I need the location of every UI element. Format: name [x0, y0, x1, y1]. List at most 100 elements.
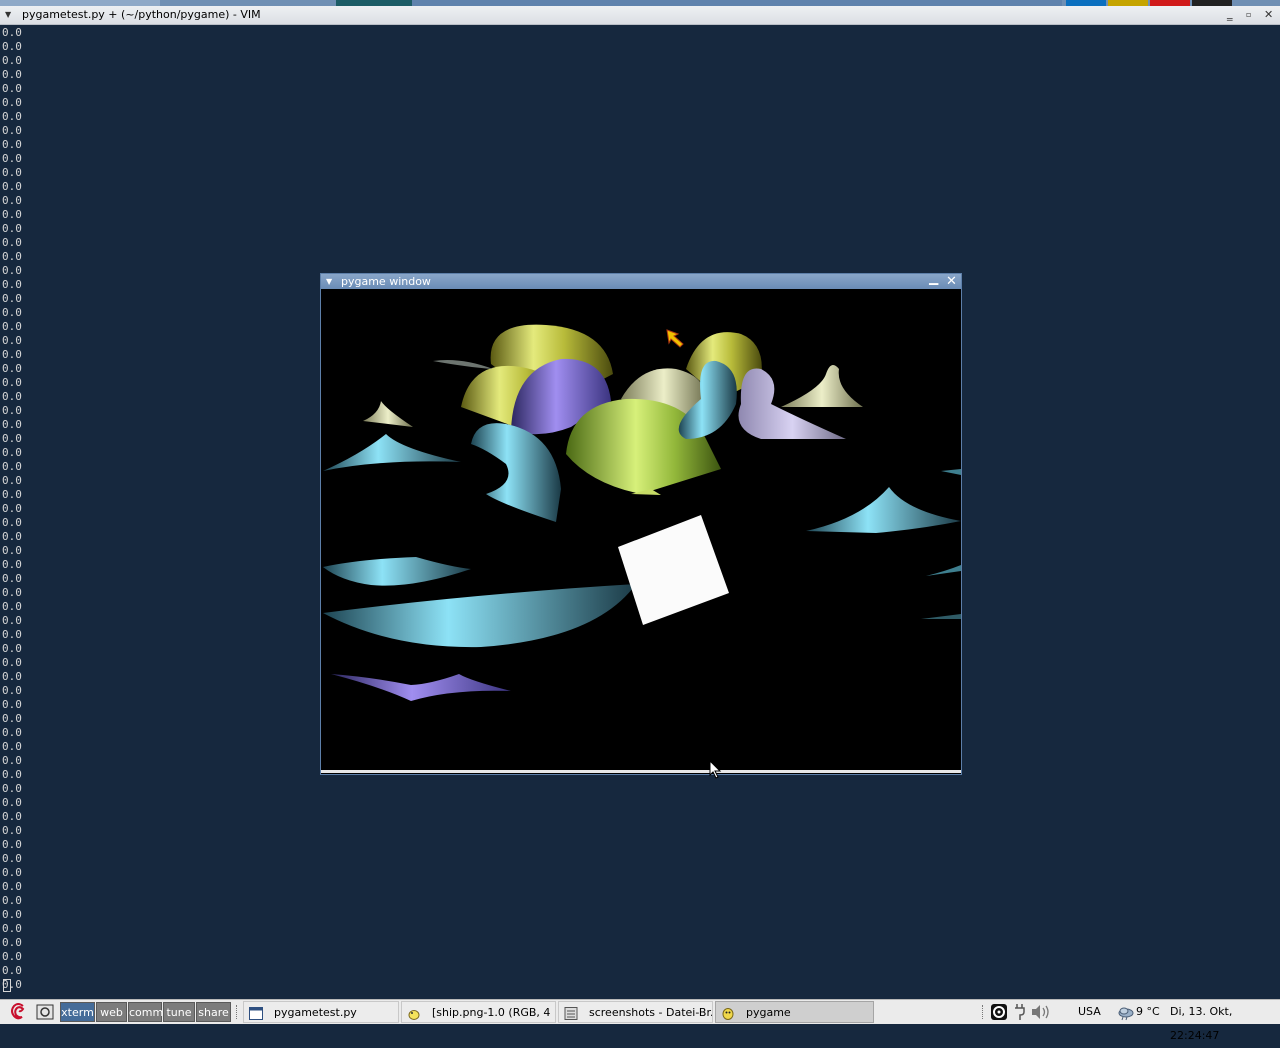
terminal-line: 0.0 [2, 460, 22, 473]
terminal-line: 0.0 [2, 278, 22, 291]
terminal-line: 0.0 [2, 362, 22, 375]
minimize-icon[interactable]: ▁ [929, 271, 938, 286]
terminal-line: 0.0 [2, 306, 22, 319]
terminal-line: 0.0 [2, 600, 22, 613]
terminal-line: 0.0 [2, 964, 22, 977]
wing-shape [323, 557, 471, 586]
task-pygame[interactable]: pygame [715, 1001, 874, 1023]
terminal-line: 0.0 [2, 880, 22, 893]
spike-shape [806, 487, 961, 533]
maximize-icon[interactable]: ▫ [1246, 6, 1251, 24]
pygame-3d-scene[interactable] [321, 289, 961, 774]
terminal-line: 0.0 [2, 390, 22, 403]
window-menu-icon[interactable]: ▼ [5, 6, 11, 24]
vim-window-title: pygametest.py + (~/python/pygame) - VIM [22, 8, 261, 21]
pygame-window-title: pygame window [341, 275, 431, 288]
network-tray-icon[interactable] [990, 1000, 1010, 1024]
terminal-line: 0.0 [2, 180, 22, 193]
terminal-line: 0.0 [2, 712, 22, 725]
task-file-browser[interactable]: screenshots - Datei-Br... [558, 1001, 713, 1023]
terminal-line: 0.0 [2, 208, 22, 221]
spike-shape [921, 614, 961, 619]
task-label: screenshots - Datei-Br... [589, 1006, 713, 1019]
keyboard-layout[interactable]: USA [1078, 1000, 1101, 1024]
plug-icon[interactable] [1014, 1000, 1028, 1024]
spike-shape [323, 434, 461, 471]
terminal-line: 0.0 [2, 124, 22, 137]
terminal-line: 0.0 [2, 404, 22, 417]
terminal-line: 0.0 [2, 474, 22, 487]
file-manager-icon [564, 1006, 578, 1020]
task-pygametest[interactable]: pygametest.py [243, 1001, 399, 1023]
arrow-cursor-icon [666, 329, 684, 348]
taskbar: xterm web comm tune share pygametest.py … [0, 999, 1280, 1042]
terminal-line: 0.0 [2, 558, 22, 571]
close-icon[interactable]: ✕ [1264, 6, 1273, 24]
terminal-line: 0.0 [2, 530, 22, 543]
task-gimp-image[interactable]: [ship.png-1.0 (RGB, 4 ... [401, 1001, 556, 1023]
terminal-line: 0.0 [2, 82, 22, 95]
terminal-line: 0.0 [2, 96, 22, 109]
terminal-line: 0.0 [2, 698, 22, 711]
terminal-line: 0.0 [2, 684, 22, 697]
vim-titlebar[interactable]: ▼ pygametest.py + (~/python/pygame) - VI… [0, 6, 1280, 25]
terminal-output[interactable]: 0.0 0.0 0.0 0.0 0.0 0.0 0.0 0.0 0.0 0.0 0.0 0.0 0.0 0… [2, 26, 62, 992]
terminal-line: 0.0 [2, 166, 22, 179]
terminal-line: 0.0 [2, 894, 22, 907]
terminal-line: 0.0 [2, 446, 22, 459]
terminal-line: 0.0 [2, 432, 22, 445]
terminal-line: 0.0 [2, 922, 22, 935]
separator [236, 1005, 239, 1019]
terminal-line: 0.0 [2, 138, 22, 151]
gimp-icon [407, 1006, 421, 1020]
close-icon[interactable]: ✕ [946, 274, 957, 289]
terminal-line: 0.0 [2, 572, 22, 585]
terminal-line: 0.0 [2, 376, 22, 389]
terminal-line: 0.0 [2, 152, 22, 165]
pygame-window[interactable]: ▼ pygame window ▁ ✕ [320, 271, 962, 775]
terminal-line: 0.0 [2, 502, 22, 515]
terminal-line: 0.0 [2, 908, 22, 921]
settings-icon[interactable] [35, 1000, 57, 1024]
terminal-line: 0.0 [2, 54, 22, 67]
terminal-line: 0.0 [2, 866, 22, 879]
window-menu-icon[interactable]: ▼ [326, 274, 332, 289]
terminal-line: 0.0 [2, 488, 22, 501]
terminal-line: 0.0 [2, 250, 22, 263]
workspace-tune[interactable]: tune [163, 1002, 195, 1022]
terminal-line: 0.0 [2, 950, 22, 963]
minimize-icon[interactable]: ‗ [1227, 6, 1233, 24]
terminal-line: 0.0 [2, 586, 22, 599]
wing-shape [331, 674, 511, 701]
terminal-line: 0.0 [2, 796, 22, 809]
terminal-line: 0.0 [2, 838, 22, 851]
debian-menu-icon[interactable] [8, 1000, 32, 1024]
terminal-line: 0.0 [2, 936, 22, 949]
terminal-line: 0.0 [2, 544, 22, 557]
weather-icon [1117, 1000, 1135, 1024]
terminal-line: 0.0 [2, 852, 22, 865]
white-cube [618, 515, 729, 625]
workspace-web[interactable]: web [96, 1002, 127, 1022]
spike-shape [926, 565, 961, 576]
workspace-share[interactable]: share [196, 1002, 231, 1022]
spike-shape [781, 365, 863, 407]
terminal-line: 0.0 [2, 516, 22, 529]
wing-shape [433, 360, 493, 369]
terminal-line: 0.0 [2, 236, 22, 249]
volume-icon[interactable] [1030, 1000, 1054, 1024]
task-label: [ship.png-1.0 (RGB, 4 ... [432, 1006, 556, 1019]
workspace-comm[interactable]: comm [128, 1002, 163, 1022]
terminal-line: 0.0 [2, 656, 22, 669]
terminal-line: 0.0 [2, 320, 22, 333]
terminal-line: 0.0 [2, 40, 22, 53]
terminal-line: 0.0 [2, 26, 22, 39]
separator [982, 1005, 985, 1019]
pygame-titlebar[interactable]: ▼ pygame window ▁ ✕ [321, 271, 961, 289]
clock[interactable]: Di, 13. Okt, 22:24:47 [1170, 1000, 1280, 1042]
spike-shape [941, 469, 961, 475]
pygame-status-line [321, 770, 961, 773]
terminal-line: 0.0 [2, 740, 22, 753]
workspace-xterm[interactable]: xterm [60, 1002, 95, 1022]
weather-temperature[interactable]: 9 °C [1136, 1000, 1160, 1024]
